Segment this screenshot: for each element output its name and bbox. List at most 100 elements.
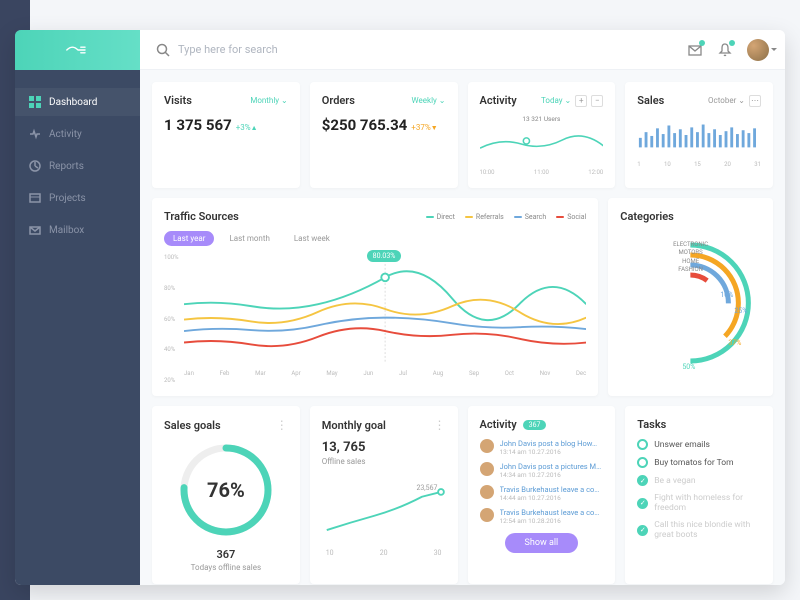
axis-tick: Aug (433, 370, 444, 377)
task-text: Be a vegan (654, 476, 695, 486)
card-title: Traffic Sources (164, 210, 239, 223)
minus-button[interactable]: − (591, 95, 603, 107)
kpi-value: $250 765.34 (322, 116, 408, 134)
task-item[interactable]: Call this nice blondie with great boots (637, 520, 761, 540)
activity-item[interactable]: John Davis post a pictures M…14:34 am 10… (480, 462, 604, 479)
more-icon[interactable]: ⋮ (434, 418, 446, 432)
cat-value: 10% (721, 291, 734, 299)
activity-text: John Davis post a blog How… (500, 439, 604, 448)
caret-up-icon: ▲ (251, 124, 258, 132)
monthly-goal-chart: 23,567 (322, 476, 446, 546)
activity-annotation: 13 321 Users (480, 115, 604, 123)
chevron-down-icon: ⌄ (565, 96, 572, 105)
activity-item[interactable]: Travis Burkehaust leave a co…12:54 am 10… (480, 508, 604, 525)
legend-item: Search (514, 213, 547, 221)
kpi-title: Visits (164, 94, 192, 107)
projects-icon (29, 192, 41, 204)
task-item[interactable]: Fight with homeless for freedom (637, 493, 761, 513)
axis-tick: 40% (164, 346, 179, 353)
chart-legend: Direct Referrals Search Social (426, 213, 587, 221)
axis-tick: Mar (255, 370, 266, 377)
kpi-period-dropdown[interactable]: Today⌄ (541, 96, 571, 105)
avatar-icon (480, 439, 494, 453)
mailbox-icon (29, 224, 41, 236)
kpi-period-dropdown[interactable]: Monthly⌄ (250, 96, 287, 105)
sidebar-item-label: Mailbox (49, 225, 84, 236)
sidebar-item-reports[interactable]: Reports (15, 152, 140, 180)
grid-icon (29, 96, 41, 108)
axis-tick: 20 (380, 549, 388, 557)
filter-last-year[interactable]: Last year (164, 231, 214, 246)
checkbox-icon[interactable] (637, 457, 648, 468)
sidebar-item-activity[interactable]: Activity (15, 120, 140, 148)
filter-last-week[interactable]: Last week (285, 231, 339, 246)
axis-tick: 10 (326, 549, 334, 557)
activity-icon (29, 128, 41, 140)
show-all-button[interactable]: Show all (505, 533, 579, 553)
axis-tick: Jul (399, 370, 407, 377)
kpi-title: Sales (637, 94, 664, 107)
sidebar-item-projects[interactable]: Projects (15, 184, 140, 212)
axis-tick: Feb (220, 370, 230, 377)
legend-item: Referrals (465, 213, 504, 221)
card-title: Activity (480, 418, 517, 431)
kpi-activity: Activity Today⌄ + − 13 321 Users 10:0011… (468, 82, 616, 188)
caret-down-icon: ▼ (431, 124, 438, 132)
chart-annotation: 80.03% (367, 250, 402, 262)
activity-item[interactable]: Travis Burkehaust leave a co…14:44 am 10… (480, 485, 604, 502)
filter-last-month[interactable]: Last month (220, 231, 278, 246)
task-item[interactable]: Unswer emails (637, 439, 761, 450)
checkbox-checked-icon[interactable] (637, 475, 648, 486)
search-input[interactable] (178, 43, 378, 56)
task-text: Call this nice blondie with great boots (654, 520, 761, 540)
activity-time: 13:14 am 10.27.2016 (500, 448, 604, 456)
cat-value: 37% (729, 339, 742, 347)
activity-time: 14:34 am 10.27.2016 (500, 471, 604, 479)
axis-tick: 10:00 (480, 169, 495, 176)
sidebar-item-dashboard[interactable]: Dashboard (15, 88, 140, 116)
axis-tick: 12:00 (588, 169, 603, 176)
search-icon (156, 43, 170, 57)
sidebar-item-label: Activity (49, 129, 82, 140)
cat-label: ELECTRONIC (673, 241, 708, 249)
activity-item[interactable]: John Davis post a blog How…13:14 am 10.2… (480, 439, 604, 456)
task-item[interactable]: Be a vegan (637, 475, 761, 486)
axis-tick: 1 (637, 161, 640, 168)
cat-label: HOME (673, 258, 708, 266)
axis-tick: 20 (724, 161, 731, 168)
plus-button[interactable]: + (575, 95, 587, 107)
traffic-chart: 100%80%60%40%20% 80.03% JanFebMarAprMayJ… (164, 254, 586, 384)
avatar[interactable] (747, 39, 769, 61)
chart-peak: 23,567 (416, 484, 437, 492)
sales-goals-card: Sales goals ⋮ 76% 367 Todays offline sal… (152, 406, 300, 584)
axis-tick: 10 (664, 161, 671, 168)
chevron-down-icon: ⌄ (281, 96, 288, 105)
checkbox-checked-icon[interactable] (637, 525, 648, 536)
logo-icon (64, 41, 92, 59)
kpi-period-dropdown[interactable]: October⌄ (708, 96, 745, 105)
axis-tick: 31 (754, 161, 761, 168)
axis-tick: 30 (434, 549, 442, 557)
task-item[interactable]: Buy tomatos for Tom (637, 457, 761, 468)
more-button[interactable]: ⋯ (749, 95, 761, 107)
card-title: Sales goals (164, 419, 221, 432)
bell-icon[interactable] (717, 42, 733, 58)
axis-tick: Nov (540, 370, 551, 377)
sidebar-item-mailbox[interactable]: Mailbox (15, 216, 140, 244)
activity-text: John Davis post a pictures M… (500, 462, 604, 471)
avatar-icon (480, 485, 494, 499)
logo[interactable] (15, 30, 140, 70)
more-icon[interactable]: ⋮ (276, 418, 288, 432)
axis-tick: 100% (164, 254, 179, 261)
checkbox-icon[interactable] (637, 439, 648, 450)
task-text: Fight with homeless for freedom (654, 493, 761, 513)
axis-tick: 11:00 (534, 169, 549, 176)
kpi-period-dropdown[interactable]: Weekly⌄ (412, 96, 446, 105)
sidebar-item-label: Reports (49, 161, 84, 172)
axis-tick: 80% (164, 285, 179, 292)
axis-tick: May (326, 370, 337, 377)
axis-tick: Oct (505, 370, 514, 377)
mail-icon[interactable] (687, 42, 703, 58)
checkbox-checked-icon[interactable] (637, 498, 648, 509)
axis-tick: 15 (694, 161, 701, 168)
